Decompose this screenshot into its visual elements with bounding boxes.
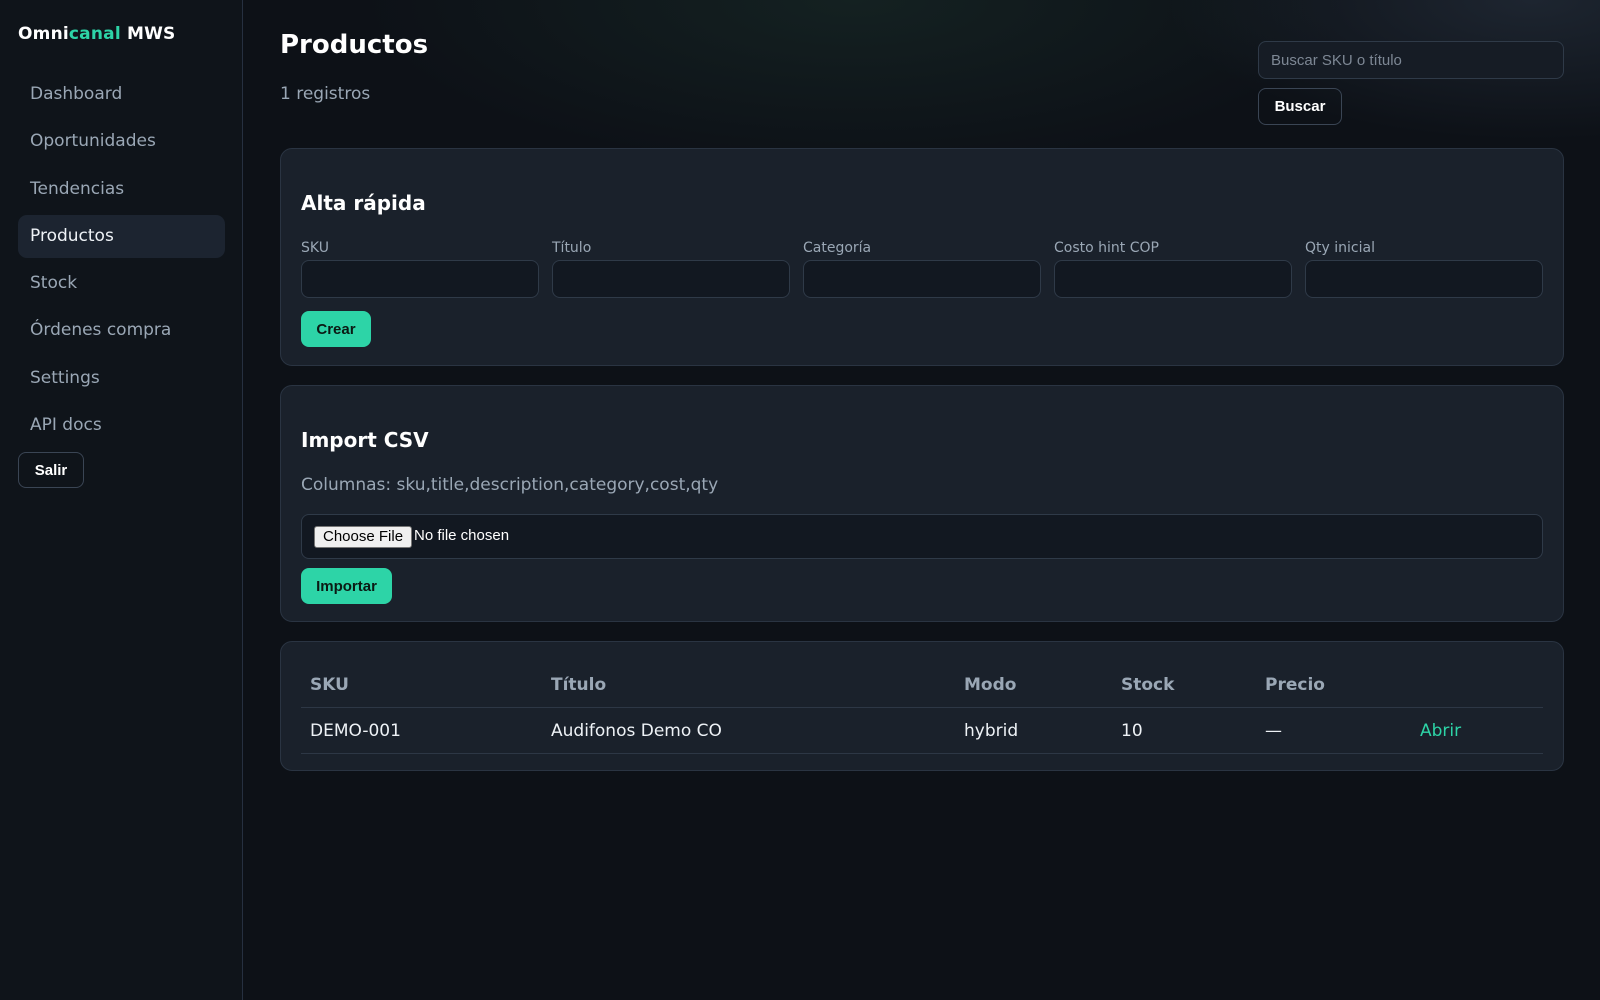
brand-logo: Omnicanal MWS (18, 24, 176, 44)
import-csv-card: Import CSV Columnas: sku,title,descripti… (280, 385, 1564, 622)
table-header: SKU Título Modo Stock Precio (301, 664, 1543, 708)
sidebar-nav: Dashboard Oportunidades Tendencias Produ… (18, 73, 225, 451)
page-title: Productos (280, 30, 429, 60)
column-header-stock: Stock (1121, 675, 1175, 695)
sidebar-item-settings[interactable]: Settings (18, 357, 225, 400)
cell-stock: 10 (1121, 721, 1143, 741)
search-input[interactable] (1258, 41, 1564, 79)
file-input[interactable]: Choose File No file chosen (301, 514, 1543, 559)
products-table-card: SKU Título Modo Stock Precio DEMO-001 Au… (280, 641, 1564, 771)
column-header-sku: SKU (310, 675, 349, 695)
category-field[interactable] (803, 260, 1041, 298)
sidebar-item-stock[interactable]: Stock (18, 262, 225, 305)
title-label: Título (552, 240, 592, 256)
choose-file-button[interactable]: Choose File (314, 526, 413, 548)
record-count: 1 registros (280, 84, 371, 104)
sidebar-item-ordenes-compra[interactable]: Órdenes compra (18, 309, 225, 352)
csv-columns-hint: Columnas: sku,title,description,category… (301, 475, 719, 495)
sidebar-item-dashboard[interactable]: Dashboard (18, 73, 225, 116)
column-header-price: Precio (1265, 675, 1325, 695)
title-field[interactable] (552, 260, 790, 298)
sidebar-item-tendencias[interactable]: Tendencias (18, 168, 225, 211)
initial-qty-field[interactable] (1305, 260, 1543, 298)
category-label: Categoría (803, 240, 872, 256)
create-button[interactable]: Crear (301, 311, 371, 347)
main-content: Productos 1 registros Buscar Alta rápida… (244, 0, 1600, 1000)
sku-label: SKU (301, 240, 329, 256)
cell-title: Audifonos Demo CO (551, 721, 722, 741)
cell-mode: hybrid (964, 721, 1019, 741)
column-header-mode: Modo (964, 675, 1017, 695)
sidebar: Omnicanal MWS Dashboard Oportunidades Te… (0, 0, 243, 1000)
import-csv-title: Import CSV (301, 428, 429, 452)
app-root: Omnicanal MWS Dashboard Oportunidades Te… (0, 0, 1600, 1000)
sidebar-item-api-docs[interactable]: API docs (18, 404, 225, 447)
sku-field[interactable] (301, 260, 539, 298)
brand-text-mws: MWS (120, 24, 176, 44)
open-product-link[interactable]: Abrir (1420, 708, 1461, 754)
import-button[interactable]: Importar (301, 568, 392, 604)
sidebar-item-productos[interactable]: Productos (18, 214, 225, 258)
cost-hint-label: Costo hint COP (1054, 240, 1159, 256)
search-button[interactable]: Buscar (1258, 88, 1342, 125)
quick-create-card: Alta rápida SKU Título Categoría Costo h… (280, 148, 1564, 366)
quick-create-title: Alta rápida (301, 191, 426, 215)
cost-hint-field[interactable] (1054, 260, 1292, 298)
file-status-text: No file chosen (414, 527, 510, 544)
brand-text-canal: canal (68, 24, 121, 44)
sidebar-item-oportunidades[interactable]: Oportunidades (18, 120, 225, 163)
initial-qty-label: Qty inicial (1305, 240, 1375, 256)
column-header-title: Título (551, 675, 607, 695)
cell-price: — (1265, 721, 1282, 741)
cell-sku: DEMO-001 (310, 721, 401, 741)
table-row: DEMO-001 Audifonos Demo CO hybrid 10 — A… (301, 708, 1543, 754)
brand-text-omni: Omni (18, 24, 69, 44)
logout-button[interactable]: Salir (18, 452, 84, 488)
